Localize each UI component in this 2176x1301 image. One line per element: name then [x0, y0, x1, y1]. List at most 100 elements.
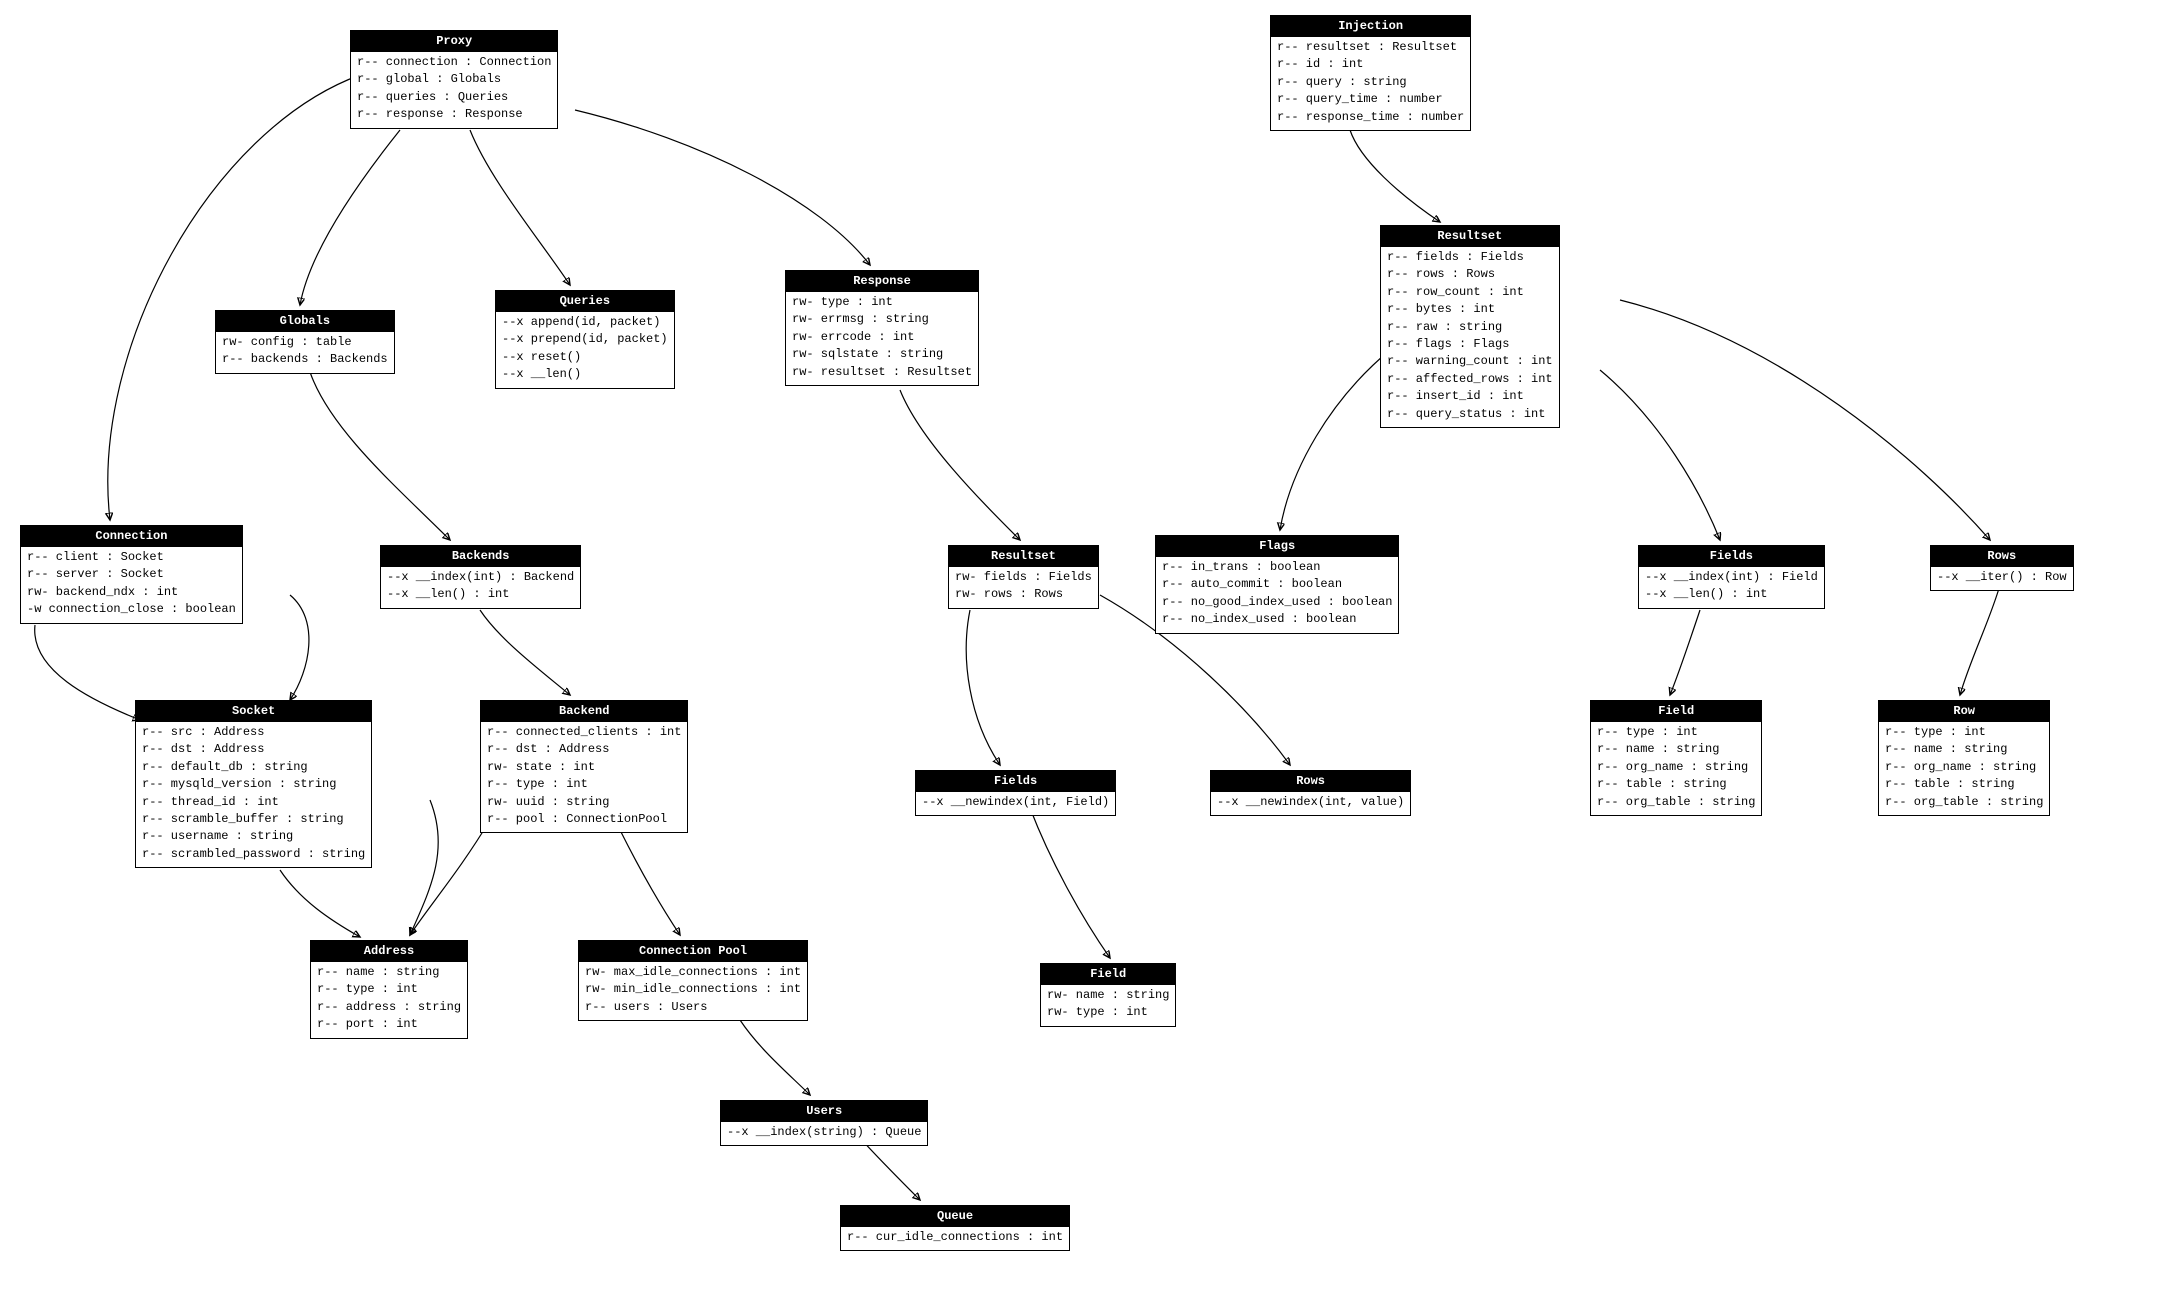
class-attribute: r-- affected_rows : int: [1387, 371, 1553, 388]
edge-Injection-ResultsetRight: [1350, 130, 1440, 222]
class-attribute: r-- connection : Connection: [357, 54, 551, 71]
class-attribute: r-- bytes : int: [1387, 301, 1553, 318]
class-body: r-- src : Addressr-- dst : Addressr-- de…: [136, 722, 371, 867]
class-title: Users: [721, 1101, 927, 1122]
class-attribute: --x prepend(id, packet): [502, 331, 668, 348]
class-attribute: rw- fields : Fields: [955, 569, 1092, 586]
class-body: r-- type : intr-- name : stringr-- org_n…: [1591, 722, 1761, 815]
class-box-backend: Backendr-- connected_clients : intr-- ds…: [480, 700, 688, 833]
class-attribute: rw- min_idle_connections : int: [585, 981, 801, 998]
class-attribute: r-- cur_idle_connections : int: [847, 1229, 1063, 1246]
class-box-fieldsleft: Fields--x __newindex(int, Field): [915, 770, 1116, 816]
class-attribute: r-- table : string: [1597, 776, 1755, 793]
edge-Response-ResultsetLeft: [900, 390, 1020, 540]
class-title: Fields: [1639, 546, 1824, 567]
class-attribute: r-- type : int: [1885, 724, 2043, 741]
edge-RowsRight-RowRight: [1960, 585, 2000, 695]
class-box-proxy: Proxy r-- connection : Connectionr-- glob…: [350, 30, 558, 129]
class-attribute: r-- insert_id : int: [1387, 388, 1553, 405]
class-body: --x __newindex(int, value): [1211, 792, 1410, 815]
class-attribute: r-- global : Globals: [357, 71, 551, 88]
class-attribute: r-- type : int: [487, 776, 681, 793]
class-box-address: Addressr-- name : stringr-- type : intr-…: [310, 940, 468, 1039]
class-attribute: r-- resultset : Resultset: [1277, 39, 1464, 56]
class-attribute: r-- response : Response: [357, 106, 551, 123]
class-attribute: rw- errmsg : string: [792, 311, 972, 328]
class-attribute: --x __iter() : Row: [1937, 569, 2067, 586]
class-title: Backends: [381, 546, 580, 567]
class-attribute: r-- response_time : number: [1277, 109, 1464, 126]
edge-FieldsLeft-FieldLeft: [1030, 808, 1110, 958]
class-attribute: r-- org_name : string: [1597, 759, 1755, 776]
class-body: r-- name : stringr-- type : intr-- addre…: [311, 962, 467, 1038]
class-attribute: r-- query_status : int: [1387, 406, 1553, 423]
class-attribute: r-- server : Socket: [27, 566, 236, 583]
class-box-connectionpool: Connection Poolrw- max_idle_connections …: [578, 940, 808, 1021]
class-box-response: Responserw- type : intrw- errmsg : strin…: [785, 270, 979, 386]
class-body: rw- name : stringrw- type : int: [1041, 985, 1175, 1026]
class-attribute: r-- name : string: [1597, 741, 1755, 758]
class-body: rw- type : intrw- errmsg : stringrw- err…: [786, 292, 978, 385]
class-title: Proxy: [351, 31, 557, 52]
class-title: Field: [1591, 701, 1761, 722]
class-box-flags: Flagsr-- in_trans : booleanr-- auto_comm…: [1155, 535, 1399, 634]
class-attribute: r-- connected_clients : int: [487, 724, 681, 741]
class-body: rw- fields : Fieldsrw- rows : Rows: [949, 567, 1098, 608]
class-box-backends: Backends--x __index(int) : Backend--x __…: [380, 545, 581, 609]
edge-Socket-Address2: [410, 800, 438, 935]
class-attribute: rw- type : int: [1047, 1004, 1169, 1021]
class-attribute: r-- no_good_index_used : boolean: [1162, 594, 1392, 611]
class-attribute: r-- dst : Address: [487, 741, 681, 758]
class-attribute: rw- max_idle_connections : int: [585, 964, 801, 981]
edge-Proxy-Response: [575, 110, 870, 265]
class-attribute: r-- queries : Queries: [357, 89, 551, 106]
class-attribute: r-- port : int: [317, 1016, 461, 1033]
class-body: --x __newindex(int, Field): [916, 792, 1115, 815]
class-title: Field: [1041, 964, 1175, 985]
class-attribute: r-- auto_commit : boolean: [1162, 576, 1392, 593]
class-attribute: --x __index(int) : Field: [1645, 569, 1818, 586]
class-attribute: r-- type : int: [1597, 724, 1755, 741]
class-body: --x __iter() : Row: [1931, 567, 2073, 590]
class-attribute: --x __newindex(int, value): [1217, 794, 1404, 811]
class-box-queries: Queries --x append(id, packet)--x prepend…: [495, 290, 675, 389]
class-box-resultsetright: Resultsetr-- fields : Fieldsr-- rows : R…: [1380, 225, 1560, 428]
class-attribute: rw- state : int: [487, 759, 681, 776]
class-attribute: r-- table : string: [1885, 776, 2043, 793]
edge-ResultsetRight-RowsRight: [1620, 300, 1990, 540]
edge-Backend-Address: [410, 820, 490, 935]
class-title: Queue: [841, 1206, 1069, 1227]
class-title: Row: [1879, 701, 2049, 722]
class-attribute: r-- users : Users: [585, 999, 801, 1016]
class-attribute: r-- thread_id : int: [142, 794, 365, 811]
class-body: --x __index(string) : Queue: [721, 1122, 927, 1145]
class-attribute: rw- type : int: [792, 294, 972, 311]
edge-ResultsetRight-Flags: [1280, 350, 1390, 530]
class-box-fieldsright: Fields--x __index(int) : Field--x __len(…: [1638, 545, 1825, 609]
class-title: Rows: [1931, 546, 2073, 567]
edge-Connection-Socket2: [290, 595, 309, 700]
class-box-rowsleft: Rows--x __newindex(int, value): [1210, 770, 1411, 816]
class-title: Queries: [496, 291, 674, 312]
class-attribute: r-- org_table : string: [1597, 794, 1755, 811]
class-attribute: --x append(id, packet): [502, 314, 668, 331]
class-body: r-- fields : Fieldsr-- rows : Rowsr-- ro…: [1381, 247, 1559, 427]
class-box-queue: Queue r-- cur_idle_connections : int: [840, 1205, 1070, 1251]
edge-Proxy-Queries: [470, 130, 570, 285]
class-attribute: r-- dst : Address: [142, 741, 365, 758]
class-attribute: r-- client : Socket: [27, 549, 236, 566]
class-box-users: Users--x __index(string) : Queue: [720, 1100, 928, 1146]
class-attribute: r-- in_trans : boolean: [1162, 559, 1392, 576]
class-attribute: r-- org_table : string: [1885, 794, 2043, 811]
class-attribute: rw- rows : Rows: [955, 586, 1092, 603]
class-title: Resultset: [1381, 226, 1559, 247]
class-title: Socket: [136, 701, 371, 722]
class-attribute: --x __len(): [502, 366, 668, 383]
class-attribute: r-- type : int: [317, 981, 461, 998]
class-title: Response: [786, 271, 978, 292]
edge-ResultsetLeft-FieldsLeft: [966, 610, 1000, 765]
class-box-rowright: Rowr-- type : intr-- name : stringr-- or…: [1878, 700, 2050, 816]
class-attribute: r-- query : string: [1277, 74, 1464, 91]
class-attribute: r-- rows : Rows: [1387, 266, 1553, 283]
class-attribute: r-- fields : Fields: [1387, 249, 1553, 266]
